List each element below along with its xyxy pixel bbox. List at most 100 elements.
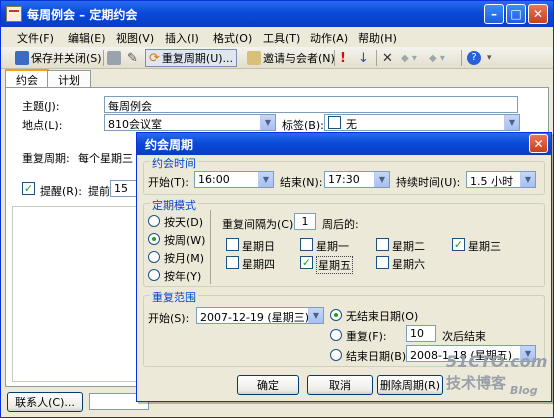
sunday-checkbox[interactable] [226, 238, 239, 251]
duration-combo[interactable]: 1.5 小时 ▼ [466, 171, 536, 188]
repeat-count-radio[interactable] [330, 329, 342, 341]
end-time-label: 结束(N): [280, 176, 323, 189]
toolbar-options-icon[interactable]: ▾ [487, 49, 492, 67]
toolbar: 保存并关闭(S) ✎ ⟳ 重复周期(U)... 邀请与会者(N) ! ↓ ✕ ◆… [1, 47, 553, 69]
tuesday-label: 星期二 [392, 240, 425, 253]
friday-label: 星期五 [316, 256, 353, 274]
chevron-down-icon[interactable]: ▼ [258, 172, 273, 187]
thursday-checkbox[interactable] [226, 256, 239, 269]
title-bar[interactable]: 每周例会 – 定期约会 – □ ✕ [1, 1, 553, 27]
subject-label: 主题(J): [22, 100, 60, 113]
delete-icon[interactable]: ✕ [382, 49, 393, 67]
wednesday-checkbox[interactable]: ✓ [452, 238, 465, 251]
pattern-group: 定期模式 按天(D) 按周(W) 按月(M) 按年(Y) 重复间隔为(C) 1 … [143, 197, 545, 287]
range-start-combo[interactable]: 2007-12-19 (星期三) ▼ [196, 307, 324, 324]
range-start-label: 开始(S): [148, 312, 190, 325]
window-title: 每周例会 – 定期约会 [27, 8, 138, 22]
close-button[interactable]: ✕ [528, 4, 548, 24]
tag-label: 标签(B): [282, 119, 324, 132]
tab-appointment[interactable]: 约会 [5, 69, 49, 88]
cancel-button[interactable]: 取消 [307, 375, 373, 395]
chevron-down-icon[interactable]: ▼ [520, 172, 535, 187]
no-end-radio[interactable] [330, 309, 342, 321]
tuesday-checkbox[interactable] [376, 238, 389, 251]
toolbar-separator [334, 50, 335, 66]
importance-high-icon[interactable]: ! [340, 49, 346, 67]
reminder-checkbox[interactable]: ✓ [22, 182, 35, 195]
minimize-button[interactable]: – [484, 4, 504, 24]
end-date-label: 结束日期(B): [346, 350, 410, 363]
weekly-radio[interactable] [148, 233, 160, 245]
chevron-down-icon[interactable]: ▼ [308, 308, 323, 323]
print-button[interactable] [107, 49, 123, 67]
pattern-divider [210, 210, 211, 284]
menu-file[interactable]: 文件(F) [17, 30, 54, 46]
interval-input[interactable]: 1 [294, 213, 316, 230]
tag-color-swatch [328, 116, 341, 129]
location-label: 地点(L): [22, 119, 63, 132]
save-close-button[interactable]: 保存并关闭(S) [15, 49, 102, 67]
dialog-title-bar[interactable]: 约会周期 ✕ [137, 133, 551, 155]
sunday-label: 星期日 [242, 240, 275, 253]
contacts-button[interactable]: 联系人(C)... [7, 392, 83, 412]
chevron-down-icon[interactable]: ▼ [374, 172, 389, 187]
repeat-count-input[interactable]: 10 [406, 325, 436, 342]
daily-radio[interactable] [148, 215, 160, 227]
daily-label: 按天(D) [164, 216, 204, 229]
start-time-combo[interactable]: 16:00 ▼ [194, 171, 274, 188]
appointment-icon [6, 6, 22, 22]
tab-strip: 约会 计划 [1, 69, 553, 88]
monthly-radio[interactable] [148, 251, 160, 263]
menu-insert[interactable]: 插入(I) [165, 30, 199, 46]
yearly-label: 按年(Y) [164, 270, 202, 283]
recurrence-button[interactable]: ⟳ 重复周期(U)... [145, 49, 238, 67]
pattern-group-title: 定期模式 [150, 197, 198, 213]
tag-combo[interactable]: 无 ▼ [324, 114, 520, 131]
start-time-label: 开始(T): [148, 176, 190, 189]
maximize-button[interactable]: □ [506, 4, 526, 24]
no-end-label: 无结束日期(O) [346, 310, 419, 323]
menu-edit[interactable]: 编辑(E) [68, 30, 106, 46]
end-time-combo[interactable]: 17:30 ▼ [324, 171, 390, 188]
ok-button[interactable]: 确定 [237, 375, 299, 395]
location-combo[interactable]: 810会议室 ▼ [104, 114, 276, 131]
watermark-blog: Blog [510, 384, 538, 397]
wednesday-label: 星期三 [468, 240, 501, 253]
subject-input[interactable]: 每周例会 [104, 96, 518, 113]
dialog-title: 约会周期 [145, 138, 194, 152]
menu-help[interactable]: 帮助(H) [358, 30, 397, 46]
chevron-down-icon[interactable]: ▼ [504, 115, 519, 130]
weekly-label: 按周(W) [164, 234, 206, 247]
menu-view[interactable]: 视图(V) [116, 30, 154, 46]
friday-checkbox[interactable]: ✓ [300, 256, 313, 269]
yearly-radio[interactable] [148, 269, 160, 281]
monthly-label: 按月(M) [164, 252, 205, 265]
chevron-down-icon[interactable]: ▼ [260, 115, 275, 130]
reminder-prefix: 提前 [88, 185, 110, 198]
save-icon [15, 51, 29, 65]
toolbar-separator [461, 50, 462, 66]
monday-checkbox[interactable] [300, 238, 313, 251]
menu-tools[interactable]: 工具(T) [263, 30, 300, 46]
invite-button[interactable]: 邀请与会者(N) [247, 49, 335, 67]
recurrence-label: 重复周期: [22, 152, 70, 165]
duration-label: 持续时间(U): [396, 176, 461, 189]
importance-low-icon[interactable]: ↓ [358, 49, 369, 67]
tab-schedule[interactable]: 计划 [47, 70, 91, 87]
saturday-checkbox[interactable] [376, 256, 389, 269]
menu-bar: 文件(F) 编辑(E) 视图(V) 插入(I) 格式(O) 工具(T) 动作(A… [1, 27, 553, 47]
remove-recurrence-button[interactable]: 删除周期(R) [377, 375, 443, 395]
dialog-close-button[interactable]: ✕ [529, 134, 548, 153]
end-date-radio[interactable] [330, 349, 342, 361]
monday-label: 星期一 [316, 240, 349, 253]
help-icon[interactable]: ? [467, 49, 481, 67]
previous-item-icon[interactable]: ◆ ▾ [401, 49, 417, 67]
saturday-label: 星期六 [392, 258, 425, 271]
menu-format[interactable]: 格式(O) [213, 30, 252, 46]
interval-suffix: 周后的: [322, 218, 359, 231]
thursday-label: 星期四 [242, 258, 275, 271]
recurrence-icon: ⟳ [149, 50, 160, 66]
attach-button[interactable]: ✎ [127, 49, 138, 67]
next-item-icon[interactable]: ◆ ▾ [429, 49, 445, 67]
menu-actions[interactable]: 动作(A) [310, 30, 348, 46]
